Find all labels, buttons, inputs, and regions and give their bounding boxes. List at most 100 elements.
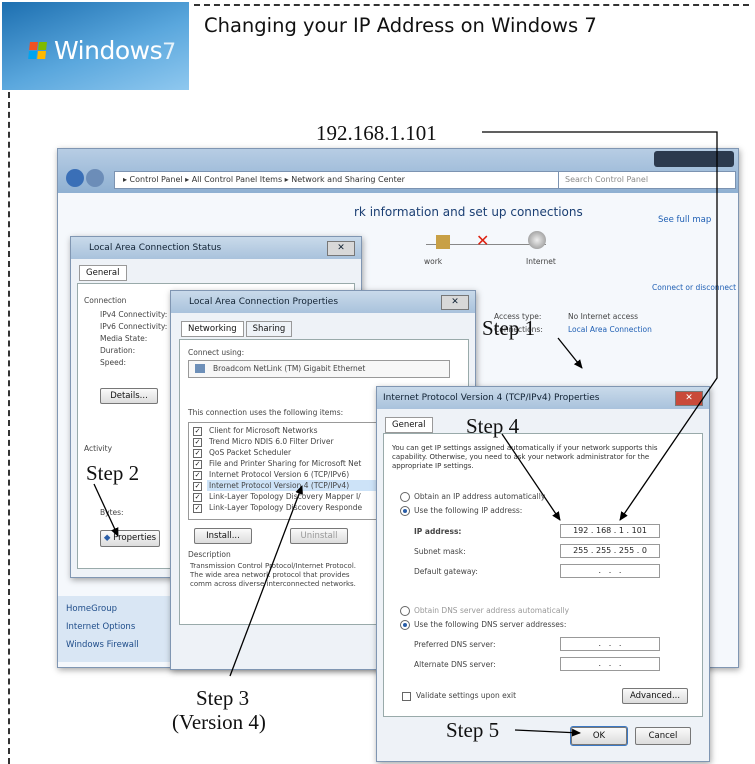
component-checkbox[interactable]: ✓ <box>193 471 202 480</box>
map-label-internet: Internet <box>526 257 556 266</box>
sidebar-item-windows-firewall[interactable]: Windows Firewall <box>66 640 139 650</box>
ipv4-properties-dialog: Internet Protocol Version 4 (TCP/IPv4) P… <box>376 386 710 762</box>
component-checkbox[interactable]: ✓ <box>193 449 202 458</box>
static-dns-radio[interactable] <box>400 620 410 630</box>
static-dns-label: Use the following DNS server addresses: <box>414 620 567 629</box>
auto-dns-label: Obtain DNS server address automatically <box>414 606 570 615</box>
close-button[interactable]: ✕ <box>327 241 355 256</box>
description-text: Transmission Control Protocol/Internet P… <box>190 562 356 588</box>
tab-general[interactable]: General <box>79 265 127 281</box>
ok-button[interactable]: OK <box>570 726 628 746</box>
connect-disconnect-link[interactable]: Connect or disconnect <box>652 283 736 292</box>
back-button[interactable] <box>66 169 84 187</box>
cancel-button[interactable]: Cancel <box>635 727 691 745</box>
bytes-label: Bytes: <box>100 508 124 517</box>
status-row: IPv6 Connectivity: <box>100 322 168 331</box>
step3-version-label: (Version 4) <box>172 710 266 734</box>
gateway-label: Default gateway: <box>414 567 478 576</box>
step5-label: Step 5 <box>446 718 500 742</box>
intro-text: You can get IP settings assigned automat… <box>392 444 658 470</box>
local-area-connection-link[interactable]: Local Area Connection <box>568 325 652 334</box>
properties-button[interactable]: ◆ Properties <box>100 530 160 547</box>
document-title: Changing your IP Address on Windows 7 <box>204 14 597 37</box>
network-adapter-icon <box>195 364 205 373</box>
auto-dns-radio[interactable] <box>400 606 410 616</box>
component-checkbox[interactable]: ✓ <box>193 460 202 469</box>
list-item[interactable]: Link-Layer Topology Discovery Mapper I/ <box>209 492 361 501</box>
tab-general[interactable]: General <box>385 417 433 433</box>
alternate-dns-field[interactable]: . . . <box>560 657 660 671</box>
see-full-map-link[interactable]: See full map <box>658 215 711 225</box>
gateway-field[interactable]: . . . <box>560 564 660 578</box>
install-button[interactable]: Install... <box>194 528 252 544</box>
address-bar[interactable]: ▸ Control Panel ▸ All Control Panel Item… <box>114 171 560 189</box>
nsc-heading: rk information and set up connections <box>354 205 583 219</box>
list-item[interactable]: Client for Microsoft Networks <box>209 426 318 435</box>
properties-titlebar: Local Area Connection Properties ✕ <box>171 291 475 313</box>
ipv4-titlebar: Internet Protocol Version 4 (TCP/IPv4) P… <box>377 387 709 409</box>
ip-address-label: IP address: <box>414 527 462 536</box>
nsc-sidebar: HomeGroup Internet Options Windows Firew… <box>58 596 176 662</box>
windows7-logo: Windows7 <box>2 2 189 90</box>
step1-label: Step 1 <box>482 316 536 340</box>
items-label: This connection uses the following items… <box>188 408 344 417</box>
uninstall-button[interactable]: Uninstall <box>290 528 348 544</box>
alternate-dns-label: Alternate DNS server: <box>414 660 496 669</box>
connection-section: Connection <box>84 296 127 305</box>
component-checkbox[interactable]: ✓ <box>193 438 202 447</box>
subnet-mask-field[interactable]: 255 . 255 . 255 . 0 <box>560 544 660 558</box>
sidebar-item-homegroup[interactable]: HomeGroup <box>66 604 117 614</box>
dashed-border-left <box>8 92 10 764</box>
ipv4-general-panel: You can get IP settings assigned automat… <box>383 433 703 717</box>
adapter-field: Broadcom NetLink (TM) Gigabit Ethernet <box>188 360 450 378</box>
network-map: ✕ <box>416 231 556 255</box>
activity-section: Activity <box>84 444 113 453</box>
details-button[interactable]: Details... <box>100 388 158 404</box>
static-ip-radio[interactable] <box>400 506 410 516</box>
advanced-button[interactable]: Advanced... <box>622 688 688 704</box>
validate-checkbox[interactable] <box>402 692 411 701</box>
internet-globe-icon <box>528 231 546 249</box>
close-button[interactable]: ✕ <box>675 391 703 406</box>
tab-sharing[interactable]: Sharing <box>245 321 293 337</box>
status-row: IPv4 Connectivity: <box>100 310 168 319</box>
list-item-ipv4[interactable]: Internet Protocol Version 4 (TCP/IPv4) <box>209 481 349 490</box>
component-checkbox[interactable]: ✓ <box>193 482 202 491</box>
window-controls[interactable] <box>654 151 734 167</box>
tab-networking[interactable]: Networking <box>181 321 244 337</box>
list-item[interactable]: QoS Packet Scheduler <box>209 448 291 457</box>
preferred-dns-label: Preferred DNS server: <box>414 640 496 649</box>
status-row: Media State: <box>100 334 148 343</box>
explorer-titlebar: ▸ Control Panel ▸ All Control Panel Item… <box>58 149 738 193</box>
validate-label: Validate settings upon exit <box>416 691 517 700</box>
ip-callout-label: 192.168.1.101 <box>316 121 437 145</box>
auto-ip-radio[interactable] <box>400 492 410 502</box>
preferred-dns-field[interactable]: . . . <box>560 637 660 651</box>
connect-using-label: Connect using: <box>188 348 245 357</box>
status-row: Speed: <box>100 358 127 367</box>
list-item[interactable]: Link-Layer Topology Discovery Responde <box>209 503 362 512</box>
status-row: Duration: <box>100 346 136 355</box>
subnet-mask-label: Subnet mask: <box>414 547 466 556</box>
close-button[interactable]: ✕ <box>441 295 469 310</box>
component-checkbox[interactable]: ✓ <box>193 504 202 513</box>
search-input[interactable]: Search Control Panel <box>558 171 736 189</box>
component-checkbox[interactable]: ✓ <box>193 493 202 502</box>
static-ip-label: Use the following IP address: <box>414 506 523 515</box>
ip-address-field[interactable]: 192 . 168 . 1 . 101 <box>560 524 660 538</box>
sidebar-item-internet-options[interactable]: Internet Options <box>66 622 135 632</box>
disconnect-x-icon: ✕ <box>476 231 490 250</box>
logo-text: Windows7 <box>54 36 176 65</box>
list-item[interactable]: File and Printer Sharing for Microsoft N… <box>209 459 361 468</box>
step4-label: Step 4 <box>466 414 520 438</box>
network-icon <box>436 235 450 249</box>
list-item[interactable]: Internet Protocol Version 6 (TCP/IPv6) <box>209 470 349 479</box>
status-titlebar: Local Area Connection Status ✕ <box>71 237 361 259</box>
list-item[interactable]: Trend Micro NDIS 6.0 Filter Driver <box>209 437 334 446</box>
description-label: Description <box>188 550 231 559</box>
component-checkbox[interactable]: ✓ <box>193 427 202 436</box>
access-type-value: No Internet access <box>568 312 639 321</box>
step3-label: Step 3 <box>196 686 250 710</box>
map-label-network: work <box>424 257 443 266</box>
forward-button[interactable] <box>86 169 104 187</box>
